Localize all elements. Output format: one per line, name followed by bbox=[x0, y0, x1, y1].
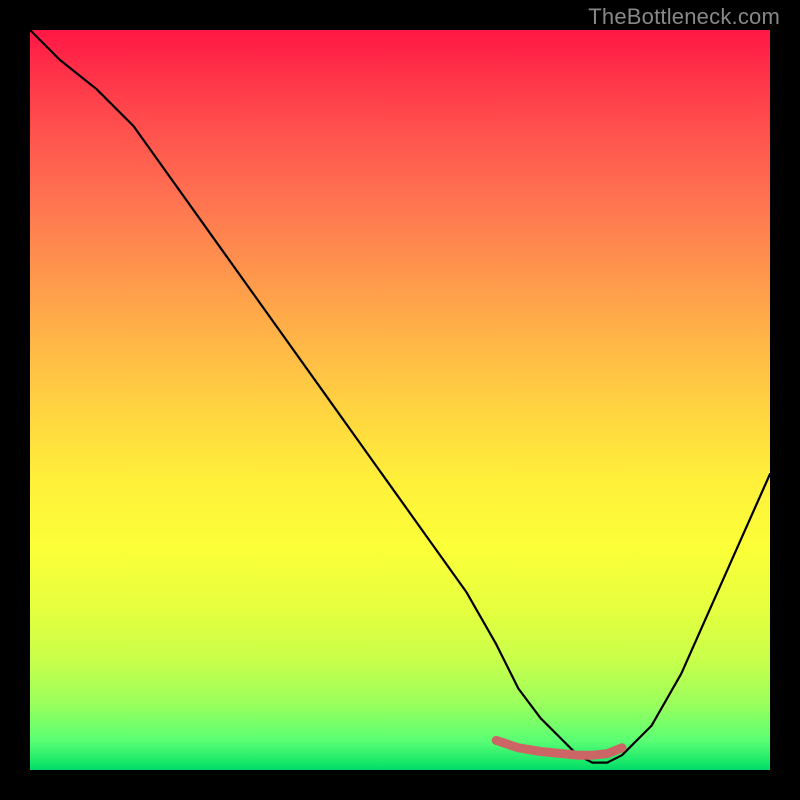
highlight-segment-path bbox=[496, 740, 622, 755]
curve-layer bbox=[30, 30, 770, 770]
bottleneck-curve-path bbox=[30, 30, 770, 763]
bottleneck-chart: TheBottleneck.com bbox=[0, 0, 800, 800]
watermark-text: TheBottleneck.com bbox=[588, 4, 780, 30]
plot-area bbox=[30, 30, 770, 770]
